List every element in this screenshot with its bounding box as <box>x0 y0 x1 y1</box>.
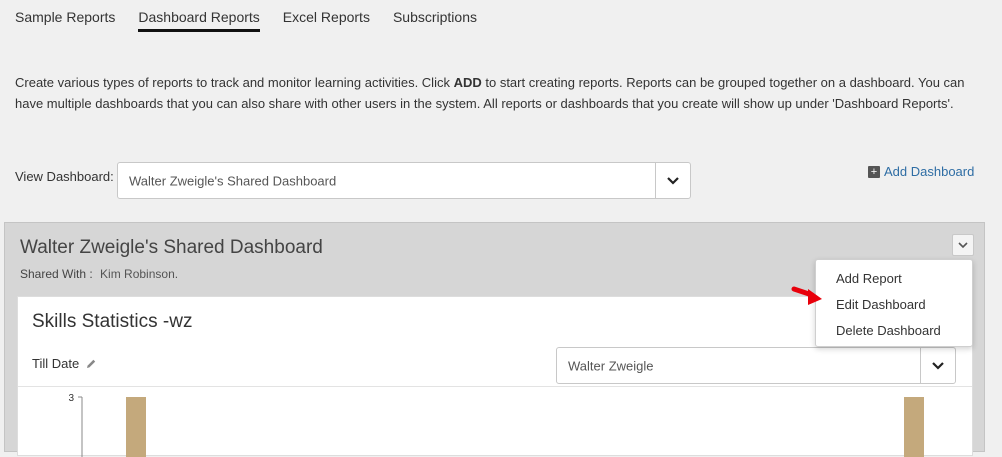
view-dashboard-select[interactable]: Walter Zweigle's Shared Dashboard <box>117 162 691 199</box>
shared-with-names: Kim Robinson. <box>100 267 179 281</box>
shared-with: Shared With : Kim Robinson. <box>20 267 178 281</box>
plus-icon: + <box>868 165 880 178</box>
tab-excel-reports[interactable]: Excel Reports <box>283 9 370 32</box>
pencil-icon[interactable] <box>85 358 97 370</box>
chart-bar[interactable] <box>904 397 924 457</box>
period-label: Till Date <box>32 356 80 371</box>
chevron-down-icon <box>958 241 968 248</box>
dashboard-dropdown-menu: Add Report Edit Dashboard Delete Dashboa… <box>815 259 973 347</box>
user-select-value: Walter Zweigle <box>568 358 654 373</box>
intro-text-bold: ADD <box>453 75 482 90</box>
intro-text: Create various types of reports to track… <box>15 72 985 114</box>
chevron-down-icon[interactable] <box>655 163 690 198</box>
intro-text-part1: Create various types of reports to track… <box>15 75 454 90</box>
report-title: Skills Statistics -wz <box>32 311 193 332</box>
tab-dashboard-reports[interactable]: Dashboard Reports <box>138 9 260 32</box>
menu-item-add-report[interactable]: Add Report <box>836 271 902 286</box>
user-select[interactable]: Walter Zweigle <box>556 347 956 384</box>
skills-chart: 3 <box>68 393 924 457</box>
tab-sample-reports[interactable]: Sample Reports <box>15 9 115 32</box>
annotation-arrow-icon <box>791 286 822 305</box>
menu-item-edit-dashboard[interactable]: Edit Dashboard <box>836 297 926 312</box>
dashboard-title: Walter Zweigle's Shared Dashboard <box>20 237 323 258</box>
add-dashboard-label: Add Dashboard <box>884 164 975 179</box>
add-dashboard-link[interactable]: + Add Dashboard <box>868 164 974 179</box>
menu-item-delete-dashboard[interactable]: Delete Dashboard <box>836 323 941 338</box>
view-dashboard-value: Walter Zweigle's Shared Dashboard <box>129 173 337 188</box>
chevron-down-icon[interactable] <box>920 348 955 383</box>
view-dashboard-label: View Dashboard: <box>15 169 114 184</box>
y-tick-label: 3 <box>68 393 74 404</box>
shared-with-label: Shared With : <box>20 267 93 281</box>
tab-subscriptions[interactable]: Subscriptions <box>393 9 477 32</box>
report-tabs: Sample Reports Dashboard Reports Excel R… <box>15 9 477 32</box>
chart-bar[interactable] <box>126 397 146 457</box>
dashboard-menu-toggle[interactable] <box>952 234 974 256</box>
period-control[interactable]: Till Date <box>32 356 97 371</box>
